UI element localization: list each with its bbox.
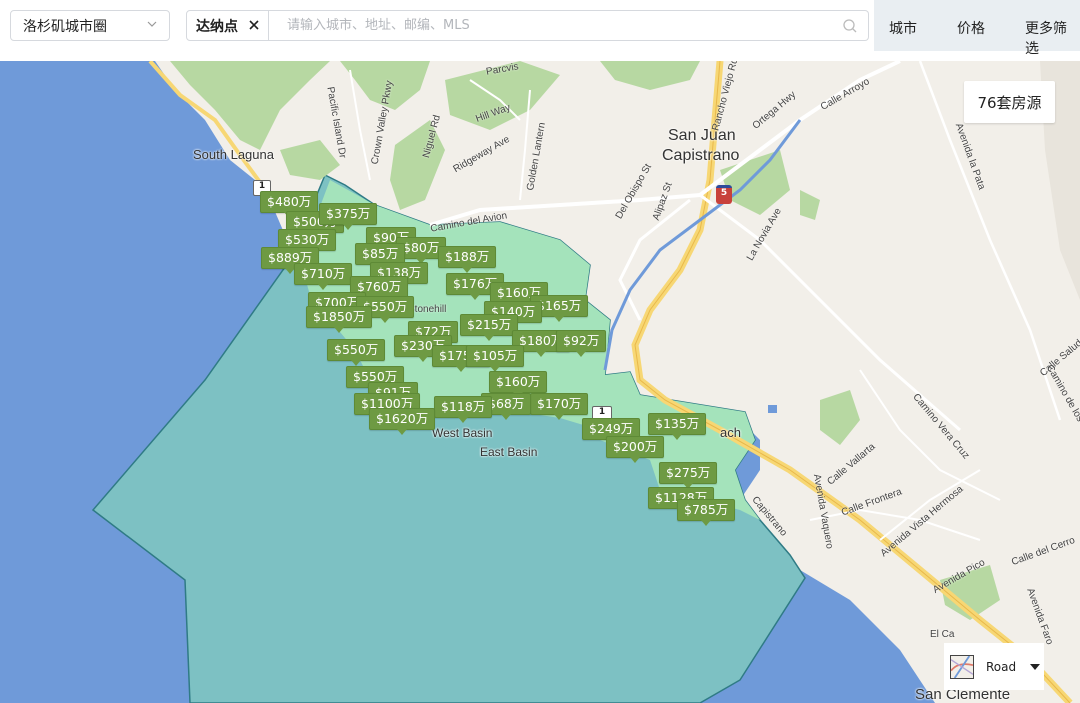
filter-price-button[interactable]: 价格 [957,18,985,38]
price-pin[interactable]: $275万 [659,462,718,489]
price-pin[interactable]: $1620万 [369,408,436,435]
price-pin[interactable]: $188万 [438,246,497,273]
top-bar: 洛杉矶城市圈 达纳点 城市 价格 更多筛选 [0,0,1080,57]
close-icon[interactable] [246,17,262,33]
place-label-fragment: ach [720,425,741,440]
price-pin[interactable]: $135万 [648,413,707,440]
map-type-selector[interactable]: Road [944,643,1044,690]
filter-bar: 城市 价格 更多筛选 [874,0,1080,57]
price-pin[interactable]: $170万 [530,393,589,420]
location-tag: 达纳点 [186,10,269,41]
price-pin[interactable]: $375万 [319,203,378,230]
price-pin[interactable]: $160万 [489,371,548,398]
chevron-down-icon [147,21,157,27]
route-shield-5: 5 [716,185,732,204]
price-pin[interactable]: $710万 [294,263,353,290]
street-label: El Ca [930,629,955,640]
filter-more-button[interactable]: 更多筛选 [1025,18,1080,58]
price-pin[interactable]: $215万 [460,314,519,341]
search-icon[interactable] [842,18,858,34]
caret-down-icon [1030,663,1041,670]
place-label: South Laguna [193,147,274,162]
place-label: East Basin [480,445,538,459]
place-label: San Juan [668,127,736,144]
price-pin[interactable]: $92万 [556,330,607,357]
search-input[interactable] [285,10,842,41]
price-pin[interactable]: $200万 [606,436,665,463]
price-pin[interactable]: $480万 [260,191,319,218]
region-select-value: 洛杉矶城市圈 [23,18,107,35]
road-map-icon [950,654,974,679]
search-box [269,10,869,41]
place-label: West Basin [432,426,493,440]
price-pin[interactable]: $105万 [466,345,525,372]
region-select[interactable]: 洛杉矶城市圈 [10,10,170,41]
location-tag-label: 达纳点 [196,18,238,35]
price-pin[interactable]: $118万 [434,396,493,423]
price-pin[interactable]: $550万 [327,339,386,366]
price-pin[interactable]: $1850万 [306,306,373,333]
map-view[interactable]: 1 5 1 South Laguna San Juan Capistrano W… [0,61,1080,703]
filter-city-button[interactable]: 城市 [889,18,917,38]
price-pin[interactable]: $785万 [677,499,736,526]
place-label: Capistrano [662,147,740,164]
map-type-label: Road [986,659,1017,674]
listing-count-badge: 76套房源 [964,81,1055,123]
